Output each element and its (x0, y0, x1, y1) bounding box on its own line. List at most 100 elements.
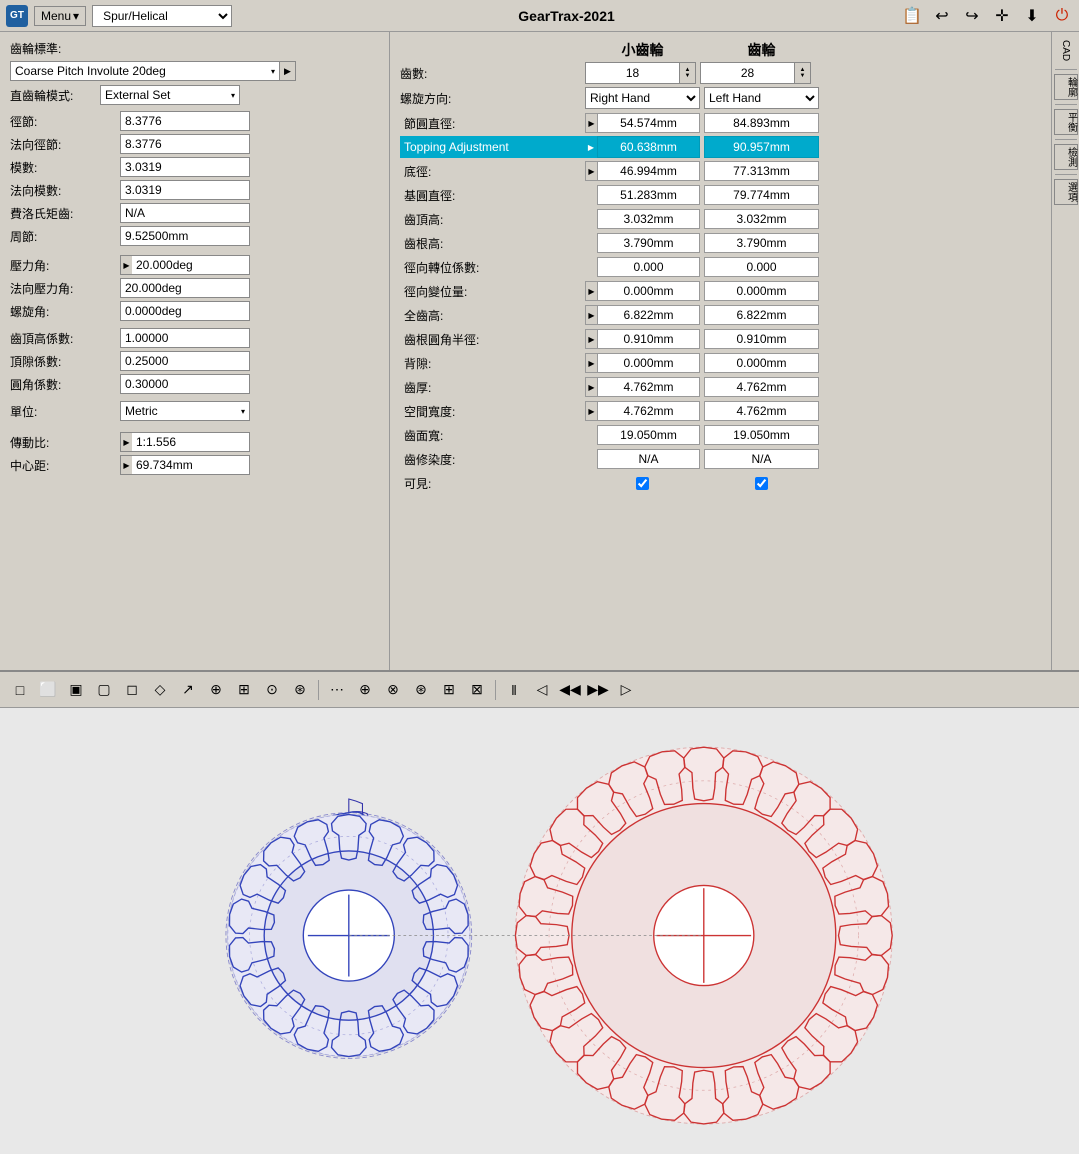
gear-type-dropdown[interactable]: Spur/Helical (92, 5, 232, 27)
row-val-lg-10: 0.000mm (704, 353, 819, 373)
box-icon-4[interactable]: ▢ (92, 678, 116, 702)
module-row: 模數: (10, 157, 379, 177)
row-label-10: 背隙: (400, 352, 585, 374)
large-teeth-spinner[interactable]: ▲ ▼ (795, 62, 811, 84)
large-gear-visible-checkbox[interactable] (755, 477, 768, 490)
side-divider-2 (1055, 104, 1077, 105)
gear-data-row-3: 基圓直徑: 51.283mm 79.774mm (400, 184, 1041, 206)
rotate-icon[interactable]: ⊙ (260, 678, 284, 702)
circular-pitch-row: 周節: (10, 226, 379, 246)
row-val-sm-14: N/A (597, 449, 700, 469)
power-icon[interactable]: ⏻ (1051, 5, 1073, 27)
orbit-icon[interactable]: ⊛ (288, 678, 312, 702)
transform-icon[interactable]: ⊞ (232, 678, 256, 702)
step-fwd-icon[interactable]: ▷ (614, 678, 638, 702)
mode-dropdown[interactable]: External Set ▾ (100, 85, 240, 105)
helix-dir-label: 螺旋方向: (400, 90, 585, 107)
row-val-sm-2: 46.994mm (597, 161, 700, 181)
row-label-14: 齒修染度: (400, 448, 585, 470)
cad-label: CAD (1060, 36, 1071, 65)
ratio-input[interactable] (132, 432, 250, 452)
grid-icon[interactable]: ⊞ (437, 678, 461, 702)
fellows-input[interactable] (120, 203, 250, 223)
step-back-icon[interactable]: ◁ (530, 678, 554, 702)
move-icon[interactable]: ⊕ (204, 678, 228, 702)
view-icon-1[interactable]: ⋯ (325, 678, 349, 702)
row-arrow-sm-1[interactable]: ▶ (585, 136, 597, 158)
row-val-sm-11: 4.762mm (597, 377, 700, 397)
undo-icon[interactable]: ↩ (931, 5, 953, 27)
row-val-lg-8: 6.822mm (704, 305, 819, 325)
arrow-icon[interactable]: ↗ (176, 678, 200, 702)
crosshair-icon[interactable]: ✛ (991, 5, 1013, 27)
helix-angle-input[interactable] (120, 301, 250, 321)
row-label-1: Topping Adjustment (400, 136, 585, 158)
unit-row: 單位: Metric ▾ (10, 401, 379, 421)
row-val-lg-0: 84.893mm (704, 113, 819, 133)
gear-svg (0, 708, 1079, 1154)
side-divider-3 (1055, 139, 1077, 140)
inspect-btn[interactable]: 檢測 (1054, 144, 1078, 170)
left-panel: 齒輪標準: Coarse Pitch Involute 20deg ▾ ▶ 直齒… (0, 32, 390, 670)
clearance-input[interactable] (120, 351, 250, 371)
row-check-sm-15[interactable] (585, 472, 700, 494)
ratio-arrow[interactable]: ▶ (120, 432, 132, 452)
profile-btn[interactable]: 輪廓 (1054, 74, 1078, 100)
prev-icon[interactable]: ◀◀ (558, 678, 582, 702)
normal-pressure-input[interactable] (120, 278, 250, 298)
center-dist-input[interactable] (132, 455, 250, 475)
cross-icon[interactable]: ⊗ (381, 678, 405, 702)
standard-row: Coarse Pitch Involute 20deg ▾ ▶ (10, 61, 379, 81)
side-toolbar: CAD 輪廓 平衡 檢測 選項 (1051, 32, 1079, 670)
gear-data-row-12: 空間寬度: ▶ 4.762mm 4.762mm (400, 400, 1041, 422)
small-teeth-field: ▲ ▼ (585, 62, 700, 84)
large-teeth-input[interactable] (700, 62, 795, 84)
diametral-pitch-input[interactable] (120, 111, 250, 131)
titlebar: GT Menu ▾ Spur/Helical GearTrax-2021 📋 ↩… (0, 0, 1079, 32)
box-icon-5[interactable]: ◻ (120, 678, 144, 702)
row-val-lg-2: 77.313mm (704, 161, 819, 181)
unit-dropdown[interactable]: Metric ▾ (120, 401, 250, 421)
box-icon-2[interactable]: ⬜ (36, 678, 60, 702)
balance-btn[interactable]: 平衡 (1054, 109, 1078, 135)
gear-data-row-1: Topping Adjustment ▶ 60.638mm 90.957mm (400, 136, 1041, 158)
gear-data-rows: 節圓直徑: ▶ 54.574mm 84.893mm Topping Adjust… (400, 112, 1041, 494)
small-gear-visible-checkbox[interactable] (636, 477, 649, 490)
gear-icon[interactable]: ⊛ (409, 678, 433, 702)
row-check-lg-15[interactable] (704, 472, 819, 494)
diametral-pitch-row: 徑節: (10, 111, 379, 131)
normal-module-input[interactable] (120, 180, 250, 200)
normal-module-row: 法向模數: (10, 180, 379, 200)
small-teeth-spinner[interactable]: ▲ ▼ (680, 62, 696, 84)
circular-pitch-input[interactable] (120, 226, 250, 246)
box-icon-3[interactable]: ▣ (64, 678, 88, 702)
large-helix-select[interactable]: Left Hand (704, 87, 819, 109)
large-gear-header: 齒輪 (704, 40, 819, 60)
diamond-icon[interactable]: ◇ (148, 678, 172, 702)
center-icon[interactable]: ⊕ (353, 678, 377, 702)
small-helix-select[interactable]: Right Hand (585, 87, 700, 109)
canvas-area: #geartrax2021 (0, 708, 1079, 1154)
normal-dp-input[interactable] (120, 134, 250, 154)
row-val-lg-14: N/A (704, 449, 819, 469)
gear-data-row-14: 齒修染度: N/A N/A (400, 448, 1041, 470)
fillet-input[interactable] (120, 374, 250, 394)
standard-dropdown[interactable]: Coarse Pitch Involute 20deg ▾ (10, 61, 280, 81)
pressure-angle-arrow[interactable]: ▶ (120, 255, 132, 275)
standard-expand-btn[interactable]: ▶ (280, 61, 296, 81)
center-dist-arrow[interactable]: ▶ (120, 455, 132, 475)
copy-icon[interactable]: 📋 (901, 5, 923, 27)
pressure-angle-input[interactable] (132, 255, 250, 275)
module-input[interactable] (120, 157, 250, 177)
menu-button[interactable]: Menu ▾ (34, 6, 86, 26)
next-icon[interactable]: ▶▶ (586, 678, 610, 702)
small-teeth-input[interactable] (585, 62, 680, 84)
toggle-icon[interactable]: ⊠ (465, 678, 489, 702)
options-btn[interactable]: 選項 (1054, 179, 1078, 205)
row-val-lg-7: 0.000mm (704, 281, 819, 301)
download-icon[interactable]: ⬇ (1021, 5, 1043, 27)
redo-icon[interactable]: ↪ (961, 5, 983, 27)
box-icon-1[interactable]: □ (8, 678, 32, 702)
pause-icon[interactable]: ‖ (502, 678, 526, 702)
addendum-input[interactable] (120, 328, 250, 348)
